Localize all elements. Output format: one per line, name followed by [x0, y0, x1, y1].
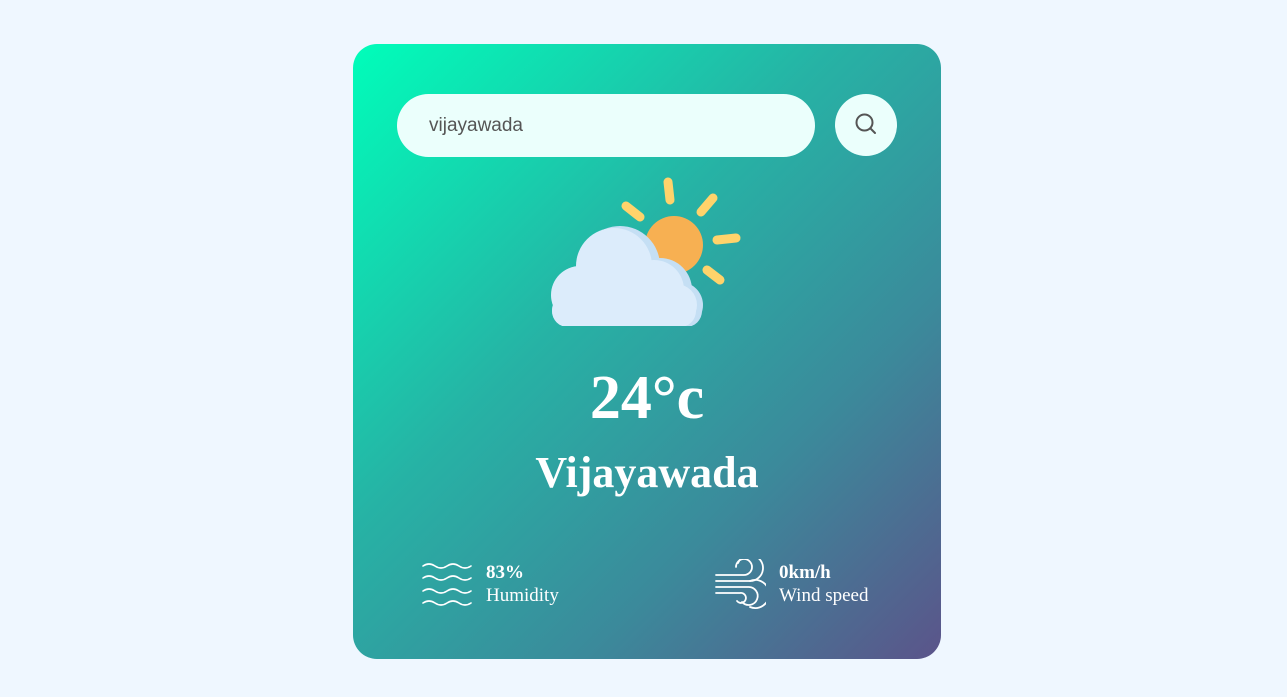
wind-value: 0km/h [779, 562, 831, 583]
sun-behind-cloud-icon [550, 174, 744, 328]
humidity-detail: 83% Humidity [421, 558, 559, 610]
search-bar [397, 94, 897, 157]
humidity-waves-icon [421, 561, 473, 607]
search-button[interactable] [835, 94, 897, 156]
humidity-value: 83% [486, 562, 524, 583]
search-input[interactable] [397, 94, 815, 157]
weather-card: 24°c Vijayawada 83% Humidity [353, 44, 941, 659]
wind-icon [714, 559, 766, 609]
wind-detail: 0km/h Wind speed [714, 558, 868, 610]
city-name: Vijayawada [535, 448, 759, 497]
humidity-label: Humidity [486, 585, 559, 606]
search-icon [854, 112, 878, 139]
temperature: 24°c [589, 364, 705, 432]
wind-label: Wind speed [779, 585, 869, 606]
